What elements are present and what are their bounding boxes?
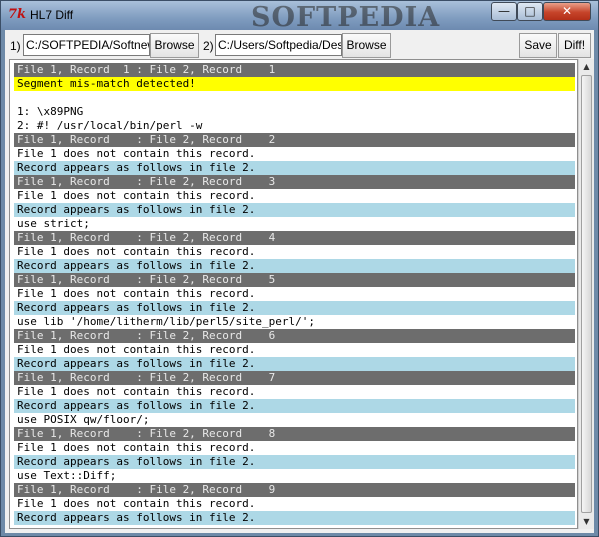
watermark: SOFTPEDIA [251, 2, 441, 33]
diff-text-line: use Text::Diff; [14, 469, 575, 483]
diff-text-line: File 1 does not contain this record. [14, 287, 575, 301]
title-bar[interactable]: 7k HL7 Diff SOFTPEDIA — □ ✕ [1, 1, 598, 33]
diff-text-line: File 1 does not contain this record. [14, 189, 575, 203]
scroll-down-arrow-icon[interactable]: ▼ [579, 514, 594, 529]
record-header-line: File 1, Record : File 2, Record 3 [14, 175, 575, 189]
diff-text-line: 1: \x89PNG [14, 105, 575, 119]
toolbar: 1) C:/SOFTPEDIA/Softnews Browse 2) C:/Us… [5, 30, 594, 61]
app-window: 7k HL7 Diff SOFTPEDIA — □ ✕ 1) C:/SOFTPE… [0, 0, 599, 537]
diff-text-line: File 1 does not contain this record. [14, 385, 575, 399]
vertical-scrollbar[interactable]: ▲ ▼ [578, 59, 594, 529]
file2-path-input[interactable]: C:/Users/Softpedia/Desk [215, 34, 342, 56]
diff-lines: File 1, Record 1 : File 2, Record 1 Segme… [14, 63, 575, 525]
window-title: HL7 Diff [30, 8, 74, 22]
record-note-line: Record appears as follows in file 2. [14, 399, 575, 413]
diff-text-line: File 1 does not contain this record. [14, 343, 575, 357]
save-button[interactable]: Save [519, 33, 557, 58]
minimize-button[interactable]: — [491, 2, 517, 21]
scrollbar-thumb[interactable] [581, 75, 592, 513]
record-note-line: Record appears as follows in file 2. [14, 357, 575, 371]
mismatch-warning-line: Segment mis-match detected! [14, 77, 575, 91]
record-header-line: File 1, Record : File 2, Record 5 [14, 273, 575, 287]
diff-text-line: 2: #! /usr/local/bin/perl -w [14, 119, 575, 133]
diff-text-line [14, 91, 575, 105]
tk-feather-icon: 7k [8, 7, 27, 22]
record-note-line: Record appears as follows in file 2. [14, 301, 575, 315]
record-note-line: Record appears as follows in file 2. [14, 203, 575, 217]
record-header-line: File 1, Record : File 2, Record 2 [14, 133, 575, 147]
record-note-line: Record appears as follows in file 2. [14, 259, 575, 273]
diff-text-line: File 1 does not contain this record. [14, 441, 575, 455]
diff-output[interactable]: File 1, Record 1 : File 2, Record 1 Segme… [9, 59, 578, 529]
diff-text-line: use POSIX qw/floor/; [14, 413, 575, 427]
record-note-line: Record appears as follows in file 2. [14, 455, 575, 469]
diff-text-line: use lib '/home/litherm/lib/perl5/site_pe… [14, 315, 575, 329]
record-note-line: Record appears as follows in file 2. [14, 511, 575, 525]
diff-text-line: File 1 does not contain this record. [14, 497, 575, 511]
client-area: 1) C:/SOFTPEDIA/Softnews Browse 2) C:/Us… [5, 30, 594, 533]
diff-button[interactable]: Diff! [558, 33, 591, 58]
diff-text-line: use strict; [14, 217, 575, 231]
close-button[interactable]: ✕ [543, 2, 591, 21]
file2-label: 2) [203, 39, 214, 53]
diff-text-line: File 1 does not contain this record. [14, 245, 575, 259]
browse-file1-button[interactable]: Browse [150, 33, 199, 58]
scroll-up-arrow-icon[interactable]: ▲ [579, 59, 594, 74]
record-header-line: File 1, Record 1 : File 2, Record 1 [14, 63, 575, 77]
file1-label: 1) [10, 39, 21, 53]
record-header-line: File 1, Record : File 2, Record 7 [14, 371, 575, 385]
maximize-button[interactable]: □ [517, 2, 543, 21]
browse-file2-button[interactable]: Browse [342, 33, 391, 58]
record-note-line: Record appears as follows in file 2. [14, 161, 575, 175]
file1-path-input[interactable]: C:/SOFTPEDIA/Softnews [23, 34, 150, 56]
record-header-line: File 1, Record : File 2, Record 9 [14, 483, 575, 497]
record-header-line: File 1, Record : File 2, Record 4 [14, 231, 575, 245]
diff-text-line: File 1 does not contain this record. [14, 147, 575, 161]
record-header-line: File 1, Record : File 2, Record 6 [14, 329, 575, 343]
record-header-line: File 1, Record : File 2, Record 8 [14, 427, 575, 441]
